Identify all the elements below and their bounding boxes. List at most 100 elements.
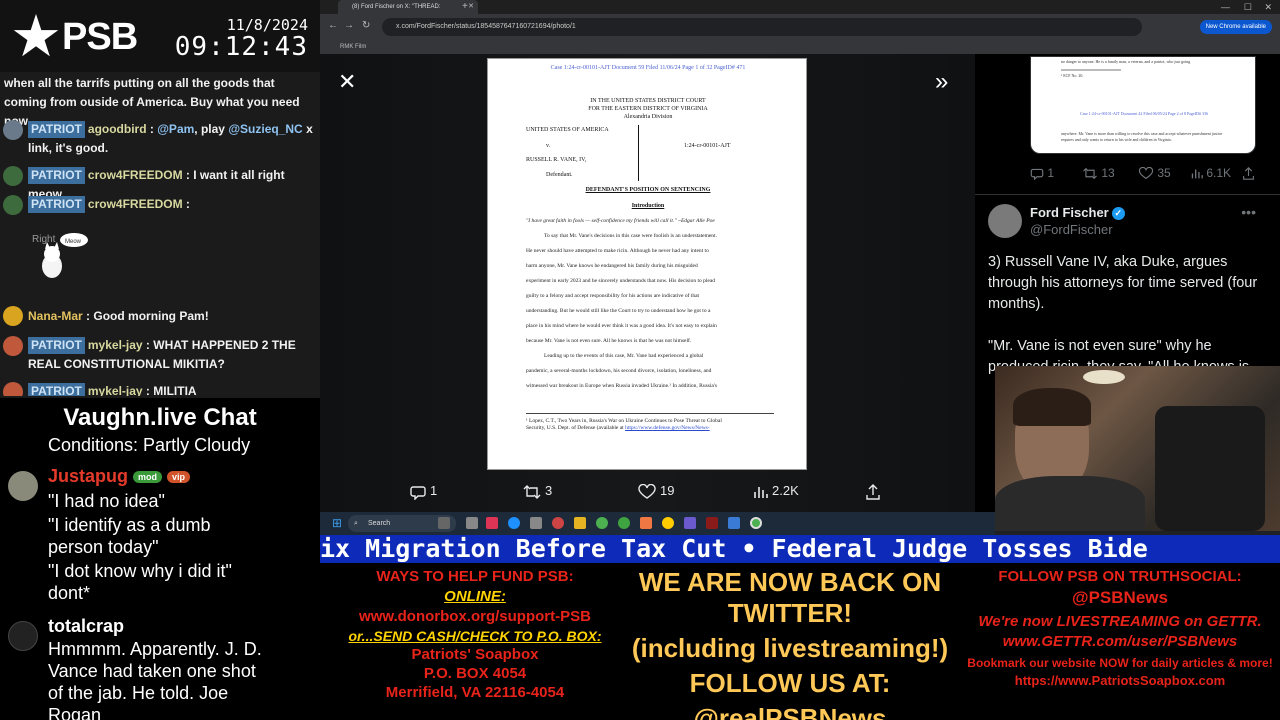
- patriot-badge: PATRIOT: [28, 383, 85, 396]
- app-icon[interactable]: [618, 517, 630, 529]
- patriot-badge: PATRIOT: [28, 167, 85, 184]
- app-icon[interactable]: [684, 517, 696, 529]
- chat-username: crow4FREEDOM: [87, 168, 183, 182]
- patriot-badge: PATRIOT: [28, 337, 85, 354]
- tab-close-icon[interactable]: ✕: [468, 0, 474, 14]
- tweet-author-name[interactable]: Ford Fischer ✓: [1030, 205, 1125, 221]
- chat-username: Justapug mod vip: [48, 466, 191, 487]
- new-chrome-button[interactable]: New Chrome available: [1199, 20, 1272, 34]
- repost-button[interactable]: 3: [523, 482, 552, 500]
- psb-star-logo-icon: ★: [10, 2, 62, 70]
- back-icon[interactable]: ←: [328, 20, 338, 31]
- mod-badge: mod: [133, 471, 163, 484]
- views-button[interactable]: 6.1K: [1190, 166, 1231, 180]
- window-close-icon[interactable]: ✕: [1264, 0, 1272, 14]
- chrome-icon[interactable]: [750, 517, 762, 529]
- share-button[interactable]: [1242, 166, 1255, 181]
- doc-quote: "I have great faith in fools — self-conf…: [526, 218, 715, 224]
- chrome-icon[interactable]: [596, 517, 608, 529]
- doc-court-heading: IN THE UNITED STATES DISTRICT COURT FOR …: [588, 98, 708, 120]
- url-input[interactable]: x.com/FordFischer/status/185458764716072…: [382, 18, 1142, 36]
- more-options-icon[interactable]: •••: [1241, 204, 1256, 220]
- chat-message-text: Vance had taken one shot: [48, 661, 256, 681]
- app-icon[interactable]: [706, 517, 718, 529]
- chat-message-text: Rogan: [48, 705, 102, 720]
- cat-emote-gif: Right Meow: [32, 233, 88, 278]
- edge-icon[interactable]: [508, 517, 520, 529]
- app-icon[interactable]: [662, 517, 674, 529]
- twitter-column: WE ARE NOW BACK ON TWITTER! (including l…: [631, 567, 949, 720]
- reload-icon[interactable]: ↻: [362, 20, 370, 31]
- repost-icon: [1083, 168, 1097, 180]
- views-icon: [754, 486, 768, 498]
- like-button[interactable]: 35: [1138, 166, 1171, 180]
- share-icon: [866, 483, 880, 500]
- doc-title: DEFENDANT'S POSITION ON SENTENCING: [585, 187, 711, 193]
- chat-mention: @Pam: [157, 122, 195, 136]
- share-button[interactable]: [865, 482, 885, 500]
- close-viewer-icon[interactable]: ✕: [338, 71, 358, 93]
- doc-paragraph-line: because Mr. Vane is not even sure. All h…: [526, 338, 692, 344]
- chat-message-text: , play: [194, 122, 225, 136]
- webcam-feed: [995, 366, 1280, 531]
- avatar[interactable]: [988, 204, 1022, 238]
- views-button[interactable]: 2.2K: [752, 482, 799, 500]
- repost-icon: [523, 484, 541, 499]
- tweet-text: 3) Russell Vane IV, aka Duke, argues thr…: [988, 254, 1258, 375]
- stream-overlay: ★ PSB 11/8/2024 09:12:43 when all the ta…: [0, 0, 1280, 720]
- emote-bubble-text: Meow: [65, 239, 82, 245]
- chat-message-text: "I had no idea": [48, 491, 165, 511]
- maximize-icon[interactable]: ☐: [1244, 0, 1252, 14]
- app-icon[interactable]: [552, 517, 564, 529]
- widgets-icon[interactable]: [466, 517, 478, 529]
- doc-paragraph-line: understanding. But he would still like t…: [526, 308, 711, 314]
- truthsocial-column: FOLLOW PSB ON TRUTHSOCIAL: @PSBNews We'r…: [967, 568, 1273, 688]
- minimize-icon[interactable]: —: [1221, 0, 1230, 14]
- chat-message-text: of the jab. He told. Joe: [48, 683, 229, 703]
- doc-paragraph-line: Leading up to the events of this case, M…: [544, 353, 704, 359]
- doc-defendant-label: Defendant.: [546, 172, 573, 178]
- reply-button[interactable]: 1: [1030, 166, 1054, 181]
- new-tab-icon[interactable]: +: [462, 0, 468, 14]
- vaughn-chat-panel: Vaughn.live Chat Conditions: Partly Clou…: [0, 398, 320, 720]
- doc-defendant-name: RUSSELL R. VANE, IV,: [526, 157, 587, 163]
- photo-viewer: ✕ » Case 1:24-cr-00101-AJT Document 59 F…: [320, 54, 975, 512]
- share-icon: [1243, 167, 1254, 181]
- chat-username: totalcrap: [48, 616, 125, 636]
- chat-username: Nana-Mar: [28, 309, 83, 323]
- chat-message-text: person today": [48, 537, 159, 557]
- doc-section: Introduction: [631, 203, 665, 209]
- bookmark-item[interactable]: RMK Film: [340, 44, 366, 50]
- brave-icon[interactable]: [640, 517, 652, 529]
- browser-tab[interactable]: (8) Ford Fischer on X: "THREAD: ✕: [338, 0, 478, 14]
- reply-icon: [1030, 169, 1044, 181]
- emote-label: Right: [32, 234, 56, 245]
- tweet-author-handle[interactable]: @FordFischer: [1030, 222, 1113, 237]
- court-document-image: Case 1:24-cr-00101-AJT Document 59 Filed…: [487, 58, 807, 470]
- verified-icon: ✓: [1111, 207, 1125, 221]
- chat-message: PATRIOT crow4FREEDOM :: [0, 195, 320, 214]
- doc-paragraph-line: experiment in early 2023 and he sincerel…: [526, 278, 716, 284]
- next-photo-icon[interactable]: »: [935, 70, 948, 94]
- bottom-banner: WAYS TO HELP FUND PSB: ONLINE: www.donor…: [320, 563, 1280, 720]
- task-view-icon[interactable]: [438, 517, 450, 529]
- logo-bar: ★ PSB 11/8/2024 09:12:43: [0, 0, 320, 72]
- windows-taskbar: ⊞ ⌕ Search: [320, 512, 995, 535]
- store-icon[interactable]: [530, 517, 542, 529]
- bookmarks-bar: RMK Film: [320, 40, 1280, 54]
- like-button[interactable]: 19: [638, 482, 674, 500]
- search-icon: ⌕: [354, 520, 358, 527]
- windows-start-icon[interactable]: ⊞: [332, 517, 344, 529]
- embedded-document-image[interactable]: no danger to anyone. He is a family man,…: [1030, 56, 1256, 154]
- doc-case-no: 1:24-cr-00101-AJT: [684, 143, 731, 149]
- chat-message: PATRIOT mykel-jay : MILITIA: [0, 382, 320, 396]
- file-explorer-icon[interactable]: [574, 517, 586, 529]
- reply-button[interactable]: 1: [410, 482, 437, 501]
- repost-button[interactable]: 13: [1082, 166, 1115, 180]
- doc-footnote-link[interactable]: https://www.defense.gov/News/News-: [625, 425, 710, 431]
- patriot-badge: PATRIOT: [28, 121, 85, 138]
- chat-message-text: "I dot know why i did it": [48, 561, 232, 581]
- copilot-icon[interactable]: [486, 517, 498, 529]
- forward-icon[interactable]: →: [344, 20, 354, 31]
- app-icon[interactable]: [728, 517, 740, 529]
